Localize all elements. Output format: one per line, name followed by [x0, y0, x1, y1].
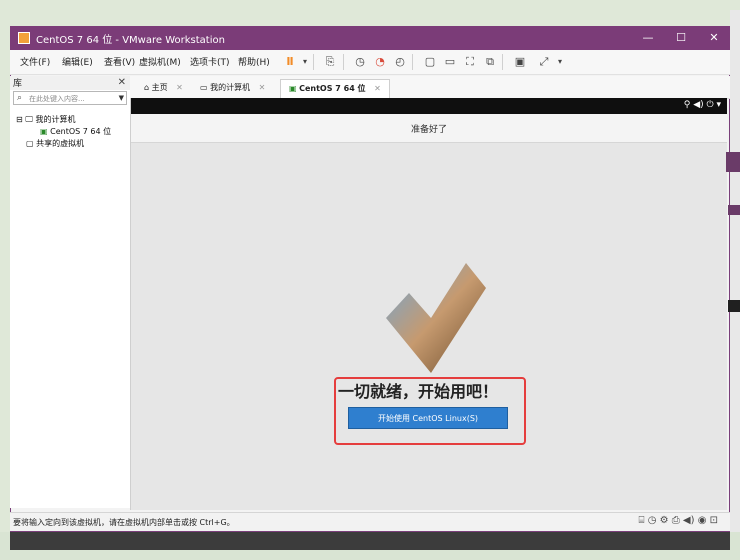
menu-help[interactable]: 帮助(H) [238, 55, 270, 68]
left-strip [0, 10, 10, 550]
stretch-icon[interactable]: ⤢ [536, 54, 552, 70]
menu-vm[interactable]: 虚拟机(M) [139, 55, 181, 68]
page-title: 准备好了 [410, 125, 447, 135]
status-bar: 要将输入定向到该虚拟机，请在虚拟机内部单击或按 Ctrl+G。 ⌸ ◷ ⚙ ⎙ … [10, 512, 730, 531]
pause-icon[interactable]: Ⅱ [282, 54, 298, 70]
menu-file[interactable]: 文件(F) [20, 55, 50, 68]
toolbar-separator [412, 54, 413, 70]
close-icon[interactable]: ✕ [374, 84, 381, 93]
library-title: 库 [13, 79, 23, 89]
right-area [730, 10, 740, 550]
bottom-dark [10, 532, 730, 550]
tab-bar: ⌂ 主页 ✕ ▭ 我的计算机 ✕ ▣ CentOS 7 64 位 ✕ [130, 76, 730, 99]
library-search-input[interactable]: ⌕ 在此处键入内容... ▼ [13, 91, 127, 105]
background-window-edge [726, 152, 740, 172]
vm-top-panel: ⚲ ◀) ⏻ ▾ [131, 98, 727, 114]
shared-vm-icon: ▢ [26, 139, 34, 148]
tree-label: 我的计算机 [35, 115, 76, 124]
thumbnail-icon[interactable]: ▭ [442, 54, 458, 70]
vm-icon: ▣ [289, 84, 297, 93]
chevron-down-icon[interactable]: ▼ [119, 94, 124, 102]
tab-label: 主页 [151, 83, 168, 92]
dropdown-icon[interactable]: ▾ [297, 54, 313, 70]
background-window-edge [728, 300, 740, 312]
vm-icon: ▣ [40, 127, 48, 136]
highlight-box [334, 377, 526, 445]
console-icon[interactable]: ▣ [512, 54, 528, 70]
maximize-button[interactable]: ☐ [665, 28, 697, 48]
search-icon: ⌕ [17, 93, 23, 103]
snapshot-manager-icon[interactable]: ◴ [392, 54, 408, 70]
tab-my-computer[interactable]: ▭ 我的计算机 ✕ [192, 79, 273, 97]
unity-icon[interactable]: ⧉ [482, 54, 498, 70]
library-icon[interactable]: ▢ [422, 54, 438, 70]
send-icon[interactable]: ⎘ [322, 54, 338, 70]
tab-label: 我的计算机 [210, 83, 251, 92]
tree-item-centos[interactable]: ▣ CentOS 7 64 位 [40, 126, 111, 137]
vm-header: 准备好了 [131, 114, 727, 143]
status-text: 要将输入定向到该虚拟机，请在虚拟机内部单击或按 Ctrl+G。 [13, 518, 235, 527]
menu-view[interactable]: 查看(V) [104, 55, 135, 68]
outer-top [0, 0, 740, 10]
vmware-icon [18, 32, 30, 44]
tree-item-shared-vms[interactable]: ▢ 共享的虚拟机 [26, 138, 84, 149]
fullscreen-icon[interactable]: ⛶ [462, 54, 478, 70]
device-icons[interactable]: ⌸ ◷ ⚙ ⎙ ◀) ◉ ⊡ [639, 515, 718, 526]
tree-item-my-computer[interactable]: ⊟ 🖵 我的计算机 [16, 114, 76, 125]
close-button[interactable]: ✕ [698, 28, 730, 48]
search-placeholder: 在此处键入内容... [29, 95, 85, 103]
library-panel: 库 ✕ ⌕ 在此处键入内容... ▼ ⊟ 🖵 我的计算机 ▣ CentOS 7 … [10, 76, 131, 508]
menu-tabs[interactable]: 选项卡(T) [190, 55, 230, 68]
library-header: 库 ✕ [10, 76, 130, 90]
revert-icon[interactable]: ◔ [372, 54, 388, 70]
tab-label: CentOS 7 64 位 [299, 84, 366, 93]
window-titlebar: CentOS 7 64 位 - VMware Workstation — ☐ ✕ [10, 26, 730, 50]
snapshot-icon[interactable]: ◷ [352, 54, 368, 70]
stretch-dropdown-icon[interactable]: ▾ [552, 54, 568, 70]
toolbar-separator [502, 54, 503, 70]
tree-label: CentOS 7 64 位 [50, 127, 112, 136]
status-icons: ⚲ ◀) ⏻ ▾ [683, 100, 721, 110]
window-title: CentOS 7 64 位 - VMware Workstation [36, 35, 225, 46]
collapse-icon[interactable]: ⊟ [16, 115, 23, 124]
vm-display[interactable]: ⚲ ◀) ⏻ ▾ 准备好了 [130, 98, 727, 510]
checkmark-icon [386, 263, 486, 373]
toolbar-separator [343, 54, 344, 70]
close-icon[interactable]: ✕ [259, 83, 266, 92]
menubar: 文件(F) 编辑(E) 查看(V) 虚拟机(M) 选项卡(T) 帮助(H) Ⅱ … [10, 50, 730, 75]
tab-centos[interactable]: ▣ CentOS 7 64 位 ✕ [280, 79, 390, 98]
background-window-edge [728, 205, 740, 215]
computer-icon: 🖵 [25, 115, 33, 124]
close-icon[interactable]: ✕ [176, 83, 183, 92]
tree-label: 共享的虚拟机 [36, 139, 85, 148]
close-icon[interactable]: ✕ [118, 77, 126, 88]
toolbar-separator [313, 54, 314, 70]
computer-icon: ▭ [200, 83, 208, 92]
menu-edit[interactable]: 编辑(E) [62, 55, 93, 68]
home-icon: ⌂ [144, 83, 150, 92]
tab-home[interactable]: ⌂ 主页 ✕ [136, 79, 191, 97]
minimize-button[interactable]: — [632, 28, 664, 48]
